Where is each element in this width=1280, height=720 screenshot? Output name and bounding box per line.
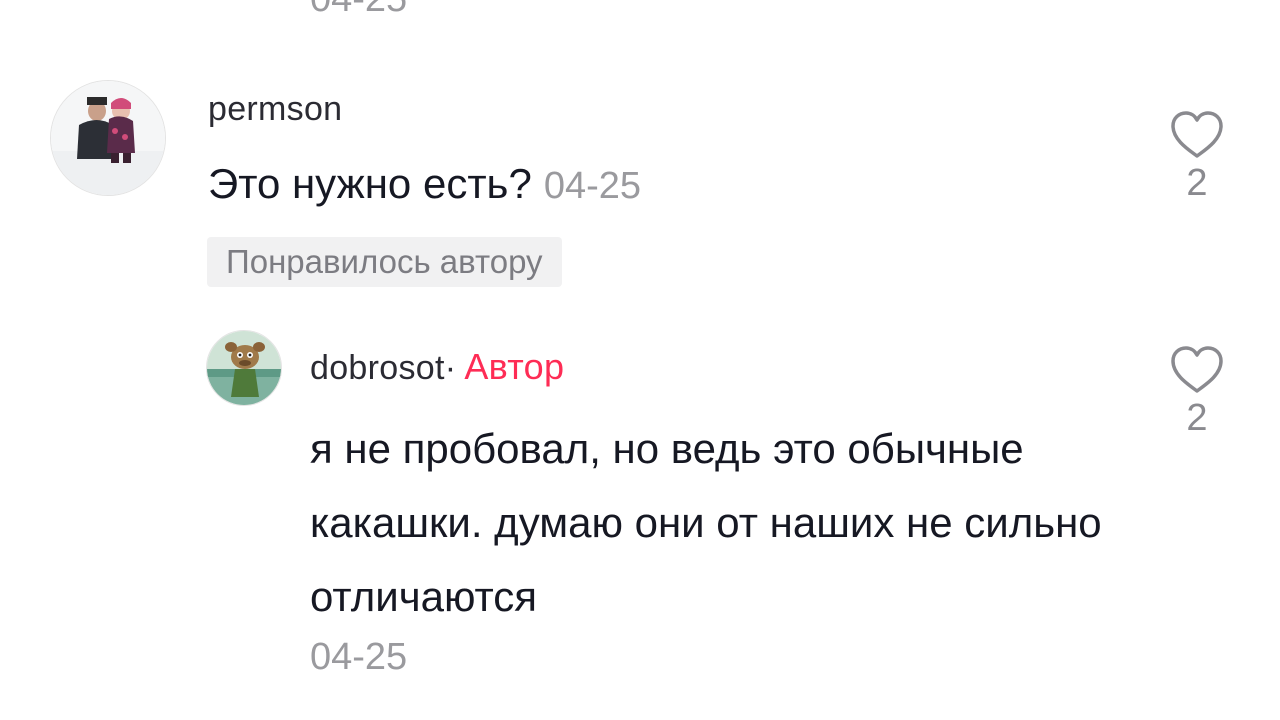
cartoon-avatar-icon	[207, 331, 281, 405]
reply-date: 04-25	[310, 636, 408, 678]
comments-section: 04-25 permson Это нужно есть? 04-25 Понра…	[0, 0, 1280, 720]
reply-username[interactable]: dobrosot	[310, 349, 445, 387]
reply-header: dobrosot· Автор	[310, 346, 564, 388]
heart-icon	[1171, 111, 1223, 158]
previous-comment-date: 04-25	[310, 0, 407, 21]
comment-like-button[interactable]: 2	[1162, 110, 1232, 205]
reply-separator: ·	[444, 349, 457, 387]
reply-text: я не пробовал, но ведь это обычные какаш…	[310, 425, 1102, 620]
reply-avatar[interactable]	[206, 330, 282, 406]
reply-like-button[interactable]: 2	[1162, 345, 1232, 440]
liked-by-author-chip: Понравилось автору	[207, 237, 562, 287]
reply-like-count: 2	[1186, 397, 1208, 439]
author-badge: Автор	[464, 346, 565, 387]
comment-username[interactable]: permson	[208, 90, 342, 129]
comment-like-count: 2	[1186, 162, 1208, 204]
comment-body: Это нужно есть? 04-25	[208, 160, 641, 208]
comment-avatar[interactable]	[50, 80, 166, 196]
comment-date: 04-25	[543, 165, 642, 207]
heart-icon	[1171, 346, 1223, 393]
user-photo-avatar-icon	[51, 81, 165, 195]
comment-text: Это нужно есть?	[208, 160, 532, 207]
